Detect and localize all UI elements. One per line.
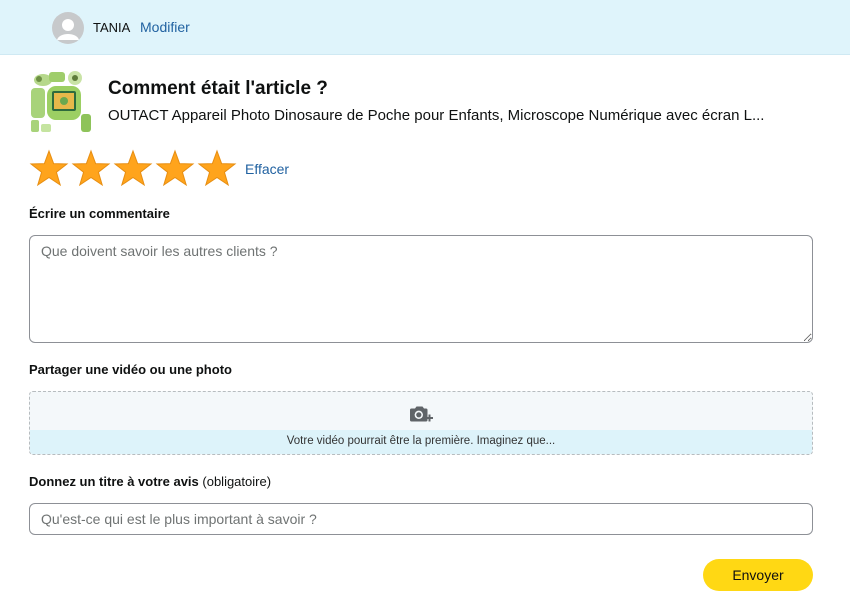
product-thumbnail	[29, 70, 93, 134]
review-title-label-text: Donnez un titre à votre avis	[29, 474, 199, 489]
clear-rating-link[interactable]: Effacer	[245, 161, 289, 177]
star-2-icon[interactable]	[71, 149, 113, 189]
comment-label: Écrire un commentaire	[29, 206, 170, 221]
media-upload-label: Partager une vidéo ou une photo	[29, 362, 232, 377]
avatar	[52, 12, 84, 44]
comment-textarea[interactable]	[29, 235, 813, 343]
user-icon	[57, 19, 79, 40]
star-3-icon[interactable]	[113, 149, 155, 189]
review-title-input[interactable]	[29, 503, 813, 535]
star-rating[interactable]	[29, 149, 239, 189]
camera-plus-icon	[410, 406, 433, 422]
product-name: OUTACT Appareil Photo Dinosaure de Poche…	[108, 107, 765, 124]
profile-header: TANIA Modifier	[0, 0, 850, 55]
review-question-title: Comment était l'article ?	[108, 78, 328, 99]
media-upload-hint-bar: Votre vidéo pourrait être la première. I…	[30, 430, 812, 454]
star-4-icon[interactable]	[155, 149, 197, 189]
media-upload-hint: Votre vidéo pourrait être la première. I…	[286, 435, 556, 447]
star-1-icon[interactable]	[29, 149, 71, 189]
submit-button[interactable]: Envoyer	[703, 559, 813, 591]
star-5-icon[interactable]	[197, 149, 239, 189]
username: TANIA	[93, 20, 131, 35]
required-indicator: (obligatoire)	[202, 474, 272, 489]
modify-profile-link[interactable]: Modifier	[140, 19, 190, 35]
media-upload-dropzone[interactable]: Votre vidéo pourrait être la première. I…	[29, 391, 813, 455]
review-title-label: Donnez un titre à votre avis (obligatoir…	[29, 474, 271, 489]
